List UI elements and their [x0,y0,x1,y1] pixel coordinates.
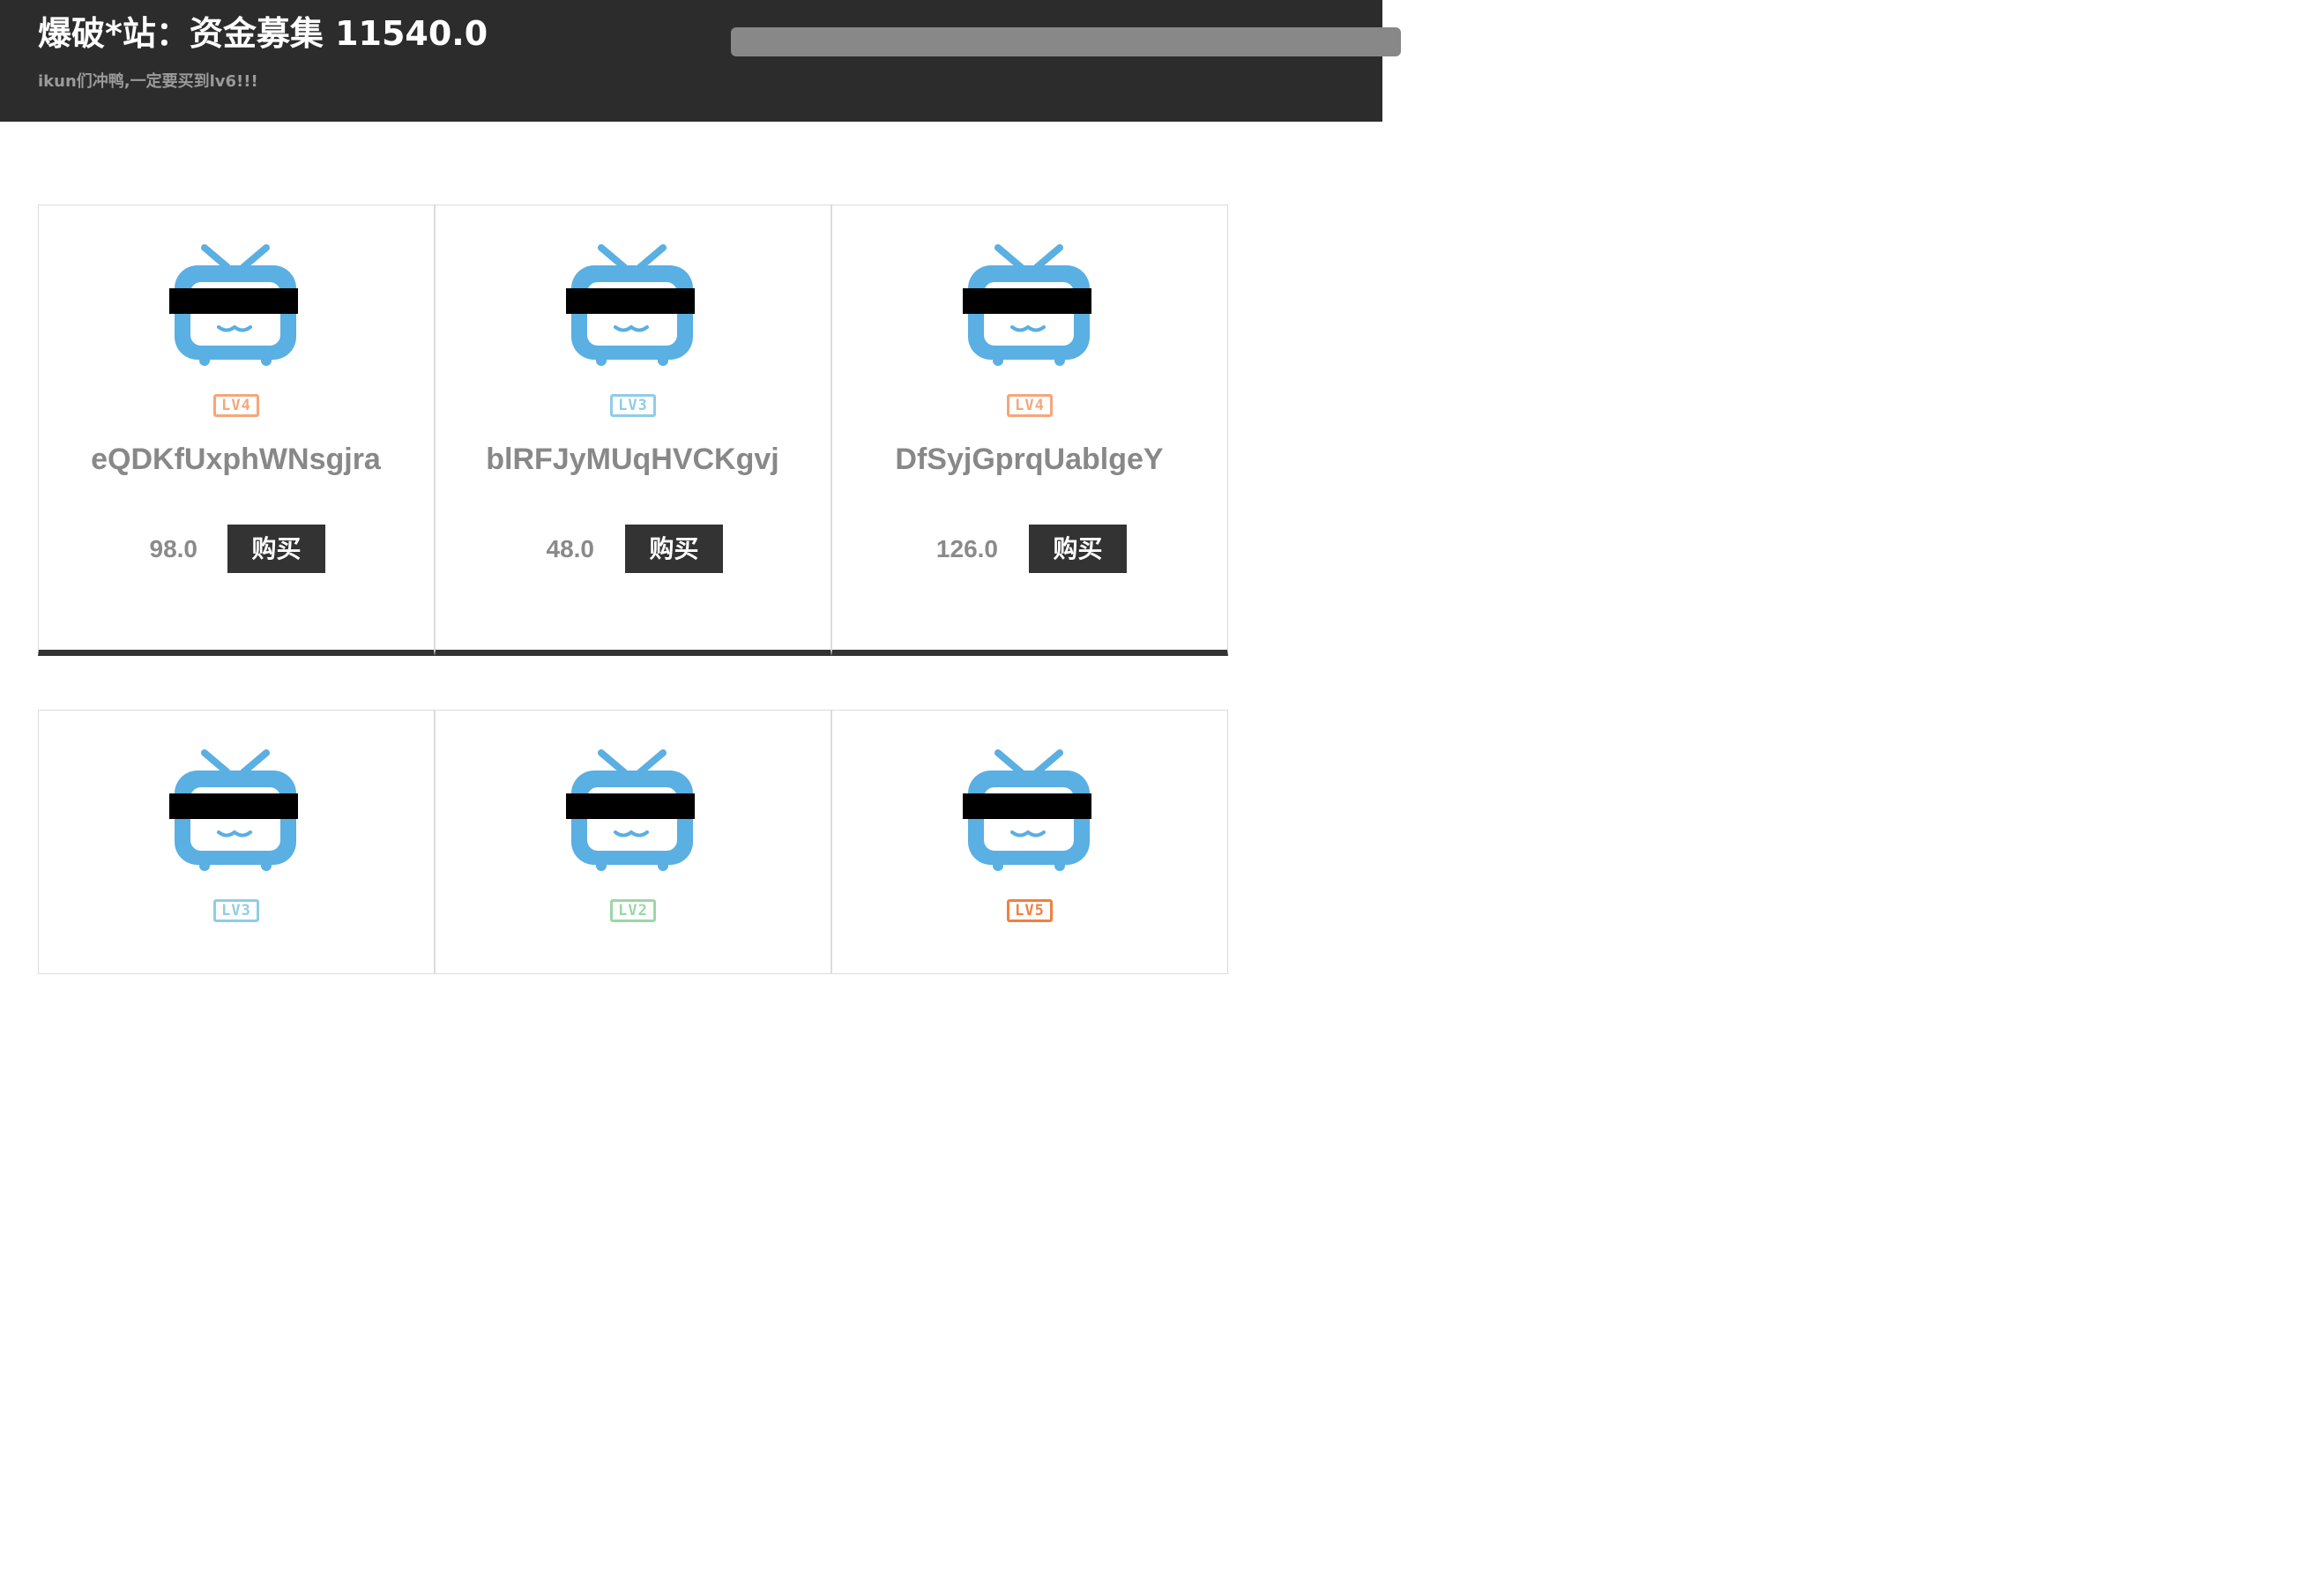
product-card: LV4 eQDKfUxphWNsgjra 98.0 购买 [38,205,435,656]
censor-bar [963,288,1091,314]
buy-button[interactable]: 购买 [625,525,723,573]
product-price: 126.0 [935,535,998,562]
product-price: 48.0 [546,535,595,562]
site-header: 爆破*站：资金募集 11540.0 ikun们冲鸭,一定要买到lv6!!! [0,0,1401,122]
tv-avatar-icon [963,749,1091,871]
product-card: LV2 [435,710,831,974]
product-price: 98.0 [149,535,198,562]
product-card: LV3 [38,710,435,974]
level-badge: LV3 [213,899,259,922]
buy-button[interactable]: 购买 [227,525,325,573]
tv-avatar-icon [169,244,298,366]
level-badge: LV3 [610,394,656,417]
product-name: DfSyjGprqUablgeY [895,443,1164,476]
product-name: blRFJyMUqHVCKgvj [486,443,779,476]
product-card: LV5 [831,710,1228,974]
product-name: eQDKfUxphWNsgjra [91,443,381,476]
level-badge: LV2 [610,899,656,922]
level-badge: LV4 [1007,394,1053,417]
tv-avatar-icon [566,749,695,871]
censor-bar [169,793,298,819]
level-badge: LV5 [1007,899,1053,922]
page-title: 爆破*站：资金募集 11540.0 [38,14,488,53]
censor-bar [963,793,1091,819]
tv-avatar-icon [566,244,695,366]
tv-avatar-icon [963,244,1091,366]
product-card: LV3 blRFJyMUqHVCKgvj 48.0 购买 [435,205,831,656]
page-subtitle: ikun们冲鸭,一定要买到lv6!!! [38,72,258,91]
censor-bar [566,793,695,819]
buy-button[interactable]: 购买 [1029,525,1127,573]
product-card: LV4 DfSyjGprqUablgeY 126.0 购买 [831,205,1228,656]
level-badge: LV4 [213,394,259,417]
tv-avatar-icon [169,749,298,871]
censor-bar [566,288,695,314]
censor-bar [169,288,298,314]
funding-progress-bar [731,27,1401,56]
